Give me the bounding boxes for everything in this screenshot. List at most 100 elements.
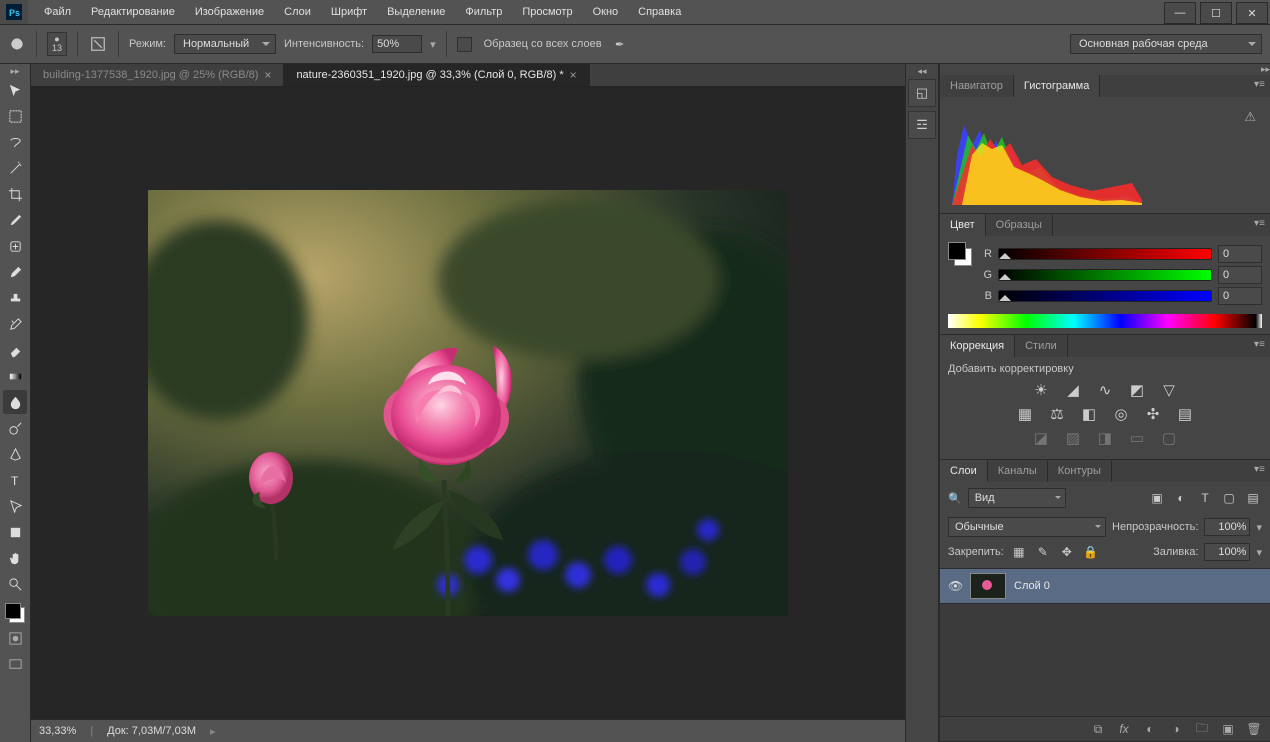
fg-bg-colors[interactable]: [3, 601, 27, 625]
properties-panel-icon[interactable]: ☲: [908, 111, 936, 139]
filter-smart-icon[interactable]: ▤: [1244, 490, 1262, 506]
brush-preset-picker[interactable]: ●13: [47, 32, 67, 56]
input-b[interactable]: [1218, 287, 1262, 305]
pressure-icon[interactable]: ✒: [610, 34, 630, 54]
link-layers-icon[interactable]: ⧉: [1090, 721, 1106, 737]
heal-tool[interactable]: [3, 234, 27, 258]
stamp-tool[interactable]: [3, 286, 27, 310]
dodge-tool[interactable]: [3, 416, 27, 440]
mask-icon[interactable]: ◐: [1142, 721, 1158, 737]
panel-menu-icon[interactable]: ▾≡: [1254, 339, 1266, 351]
photofilter-icon[interactable]: ◎: [1110, 405, 1132, 423]
menu-layer[interactable]: Слои: [274, 2, 321, 22]
menu-help[interactable]: Справка: [628, 2, 691, 22]
close-icon[interactable]: ×: [570, 68, 577, 82]
shape-tool[interactable]: [3, 520, 27, 544]
hand-tool[interactable]: [3, 546, 27, 570]
blur-tool[interactable]: [3, 390, 27, 414]
tab-styles[interactable]: Стили: [1015, 335, 1068, 357]
crop-tool[interactable]: [3, 182, 27, 206]
color-swatches[interactable]: [948, 242, 972, 266]
menu-filter[interactable]: Фильтр: [455, 2, 512, 22]
lut-icon[interactable]: ▤: [1174, 405, 1196, 423]
filter-pixel-icon[interactable]: ▣: [1148, 490, 1166, 506]
filter-shape-icon[interactable]: ▢: [1220, 490, 1238, 506]
panels-collapse[interactable]: ▸▸: [940, 64, 1270, 75]
panel-menu-icon[interactable]: ▾≡: [1254, 464, 1266, 476]
fill-input[interactable]: [1204, 543, 1250, 561]
window-maximize-button[interactable]: ☐: [1200, 2, 1232, 24]
window-close-button[interactable]: ✕: [1236, 2, 1268, 24]
panel-menu-icon[interactable]: ▾≡: [1254, 218, 1266, 230]
input-g[interactable]: [1218, 266, 1262, 284]
type-tool[interactable]: T: [3, 468, 27, 492]
gradient-tool[interactable]: [3, 364, 27, 388]
tab-histogram[interactable]: Гистограмма: [1014, 75, 1101, 97]
levels-icon[interactable]: ◢: [1062, 381, 1084, 399]
colorbal-icon[interactable]: ⚖: [1046, 405, 1068, 423]
search-icon[interactable]: 🔍: [948, 492, 962, 505]
spectrum-ramp[interactable]: [948, 314, 1262, 328]
document-tab[interactable]: building-1377538_1920.jpg @ 25% (RGB/8)×: [31, 64, 284, 86]
panel-menu-icon[interactable]: ▾≡: [1254, 79, 1266, 91]
curves-icon[interactable]: ∿: [1094, 381, 1116, 399]
lock-brush-icon[interactable]: ✎: [1034, 544, 1052, 560]
lock-move-icon[interactable]: ✥: [1058, 544, 1076, 560]
eyedropper-tool[interactable]: [3, 208, 27, 232]
gradmap-icon[interactable]: ▭: [1126, 429, 1148, 447]
exposure-icon[interactable]: ◩: [1126, 381, 1148, 399]
chmixer-icon[interactable]: ✣: [1142, 405, 1164, 423]
layer-row[interactable]: 👁 Слой 0: [940, 569, 1270, 604]
tab-layers[interactable]: Слои: [940, 460, 988, 482]
posterize-icon[interactable]: ▨: [1062, 429, 1084, 447]
eraser-tool[interactable]: [3, 338, 27, 362]
window-minimize-button[interactable]: —: [1164, 2, 1196, 24]
layer-filter-select[interactable]: Вид: [968, 488, 1066, 508]
menu-window[interactable]: Окно: [583, 2, 629, 22]
canvas-area[interactable]: [31, 87, 905, 719]
quickmask-toggle[interactable]: [3, 626, 27, 650]
menu-view[interactable]: Просмотр: [512, 2, 582, 22]
visibility-icon[interactable]: 👁: [948, 579, 962, 593]
menu-edit[interactable]: Редактирование: [81, 2, 185, 22]
brightness-icon[interactable]: ☀: [1030, 381, 1052, 399]
adjustment-icon[interactable]: ◑: [1168, 721, 1184, 737]
group-icon[interactable]: 🗀: [1194, 721, 1210, 737]
invert-icon[interactable]: ◪: [1030, 429, 1052, 447]
blend-mode-select[interactable]: Обычные: [948, 517, 1106, 537]
tab-paths[interactable]: Контуры: [1048, 460, 1112, 482]
tab-swatches[interactable]: Образцы: [986, 214, 1053, 236]
menu-select[interactable]: Выделение: [377, 2, 455, 22]
opacity-input[interactable]: [1204, 518, 1250, 536]
active-tool-icon[interactable]: [8, 35, 26, 53]
close-icon[interactable]: ×: [264, 68, 271, 82]
brush-tool[interactable]: [3, 260, 27, 284]
zoom-tool[interactable]: [3, 572, 27, 596]
filter-adjust-icon[interactable]: ◐: [1172, 490, 1190, 506]
slider-r[interactable]: [998, 248, 1212, 260]
selcolor-icon[interactable]: ▢: [1158, 429, 1180, 447]
menu-file[interactable]: Файл: [34, 2, 81, 22]
intensity-input[interactable]: [372, 35, 422, 53]
huesat-icon[interactable]: ▦: [1014, 405, 1036, 423]
new-layer-icon[interactable]: ▣: [1220, 721, 1236, 737]
zoom-value[interactable]: 33,33%: [39, 725, 76, 737]
threshold-icon[interactable]: ◨: [1094, 429, 1116, 447]
pen-tool[interactable]: [3, 442, 27, 466]
bw-icon[interactable]: ◧: [1078, 405, 1100, 423]
path-select-tool[interactable]: [3, 494, 27, 518]
fx-icon[interactable]: fx: [1116, 721, 1132, 737]
histogram-warning-icon[interactable]: ⚠: [1244, 109, 1256, 125]
document-tab[interactable]: nature-2360351_1920.jpg @ 33,3% (Слой 0,…: [284, 64, 589, 86]
toolstrip-collapse[interactable]: ▸▸: [0, 66, 30, 77]
input-r[interactable]: [1218, 245, 1262, 263]
marquee-tool[interactable]: [3, 104, 27, 128]
layer-name[interactable]: Слой 0: [1014, 580, 1050, 592]
lock-pixels-icon[interactable]: ▦: [1010, 544, 1028, 560]
tab-channels[interactable]: Каналы: [988, 460, 1048, 482]
screenmode-toggle[interactable]: [3, 652, 27, 676]
history-brush-tool[interactable]: [3, 312, 27, 336]
tab-color[interactable]: Цвет: [940, 214, 986, 236]
dock-collapse[interactable]: ◂◂: [906, 66, 938, 77]
lock-all-icon[interactable]: 🔒: [1082, 544, 1100, 560]
